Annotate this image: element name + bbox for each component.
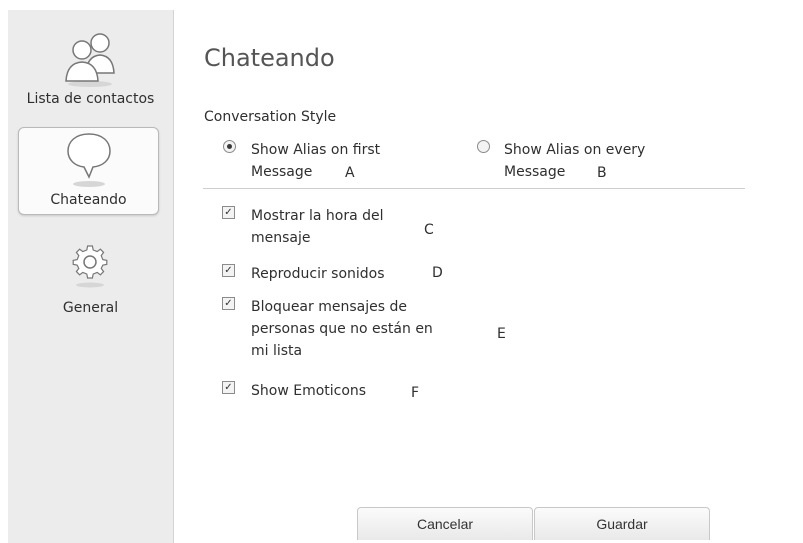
radio-alias-every-message[interactable] [477,140,490,153]
option-line: Reproducir sonidos [251,266,385,282]
gear-icon [69,242,111,292]
checkbox-label-show-emoticons[interactable]: Show Emoticons [251,380,366,402]
marker-label: C [424,222,434,238]
chat-bubble-icon [65,130,113,192]
checkbox-block-unknown[interactable]: ✓ [222,297,235,310]
page-title: Chateando [204,44,335,72]
checkbox-show-emoticons[interactable]: ✓ [222,381,235,394]
sidebar-item-contacts[interactable]: Lista de contactos [8,28,173,118]
checkbox-play-sounds[interactable]: ✓ [222,264,235,277]
option-line: Show Alias on first [251,142,381,158]
radio-alias-first-message[interactable] [223,140,236,153]
sidebar-item-label: Lista de contactos [26,91,155,107]
option-line: Message [251,164,313,180]
sidebar-item-label: General [62,300,119,316]
checkbox-label-show-time[interactable]: Mostrar la hora del mensaje [251,205,384,249]
marker-label: E [497,326,506,342]
sidebar-item-general[interactable]: General [8,238,173,318]
marker-label: B [597,165,607,181]
sidebar-item-chat[interactable]: Chateando [18,127,159,215]
option-line: Bloquear mensajes de [251,299,407,315]
option-line: Message [504,164,566,180]
save-button[interactable]: Guardar [534,507,710,540]
section-heading-conversation-style: Conversation Style [204,109,337,125]
marker-label: F [411,385,420,401]
divider [203,188,745,189]
radio-label-alias-every[interactable]: Show Alias on every Message [504,139,645,183]
checkbox-label-play-sounds[interactable]: Reproducir sonidos [251,263,385,285]
marker-label: A [345,165,355,181]
option-line: Show Alias on every [504,142,646,158]
option-line: personas que no están en [251,321,433,337]
contacts-icon [54,28,126,94]
checkbox-label-block-unknown[interactable]: Bloquear mensajes de personas que no est… [251,296,433,362]
option-line: Show Emoticons [251,383,367,399]
cancel-button[interactable]: Cancelar [357,507,533,540]
option-line: mensaje [251,230,311,246]
radio-label-alias-first[interactable]: Show Alias on first Message [251,139,380,183]
option-line: Mostrar la hora del [251,208,384,224]
sidebar: Lista de contactos Chateando General [8,10,174,543]
marker-label: D [432,265,443,281]
sidebar-item-label: Chateando [50,192,127,208]
option-line: mi lista [251,343,303,359]
checkbox-show-message-time[interactable]: ✓ [222,206,235,219]
